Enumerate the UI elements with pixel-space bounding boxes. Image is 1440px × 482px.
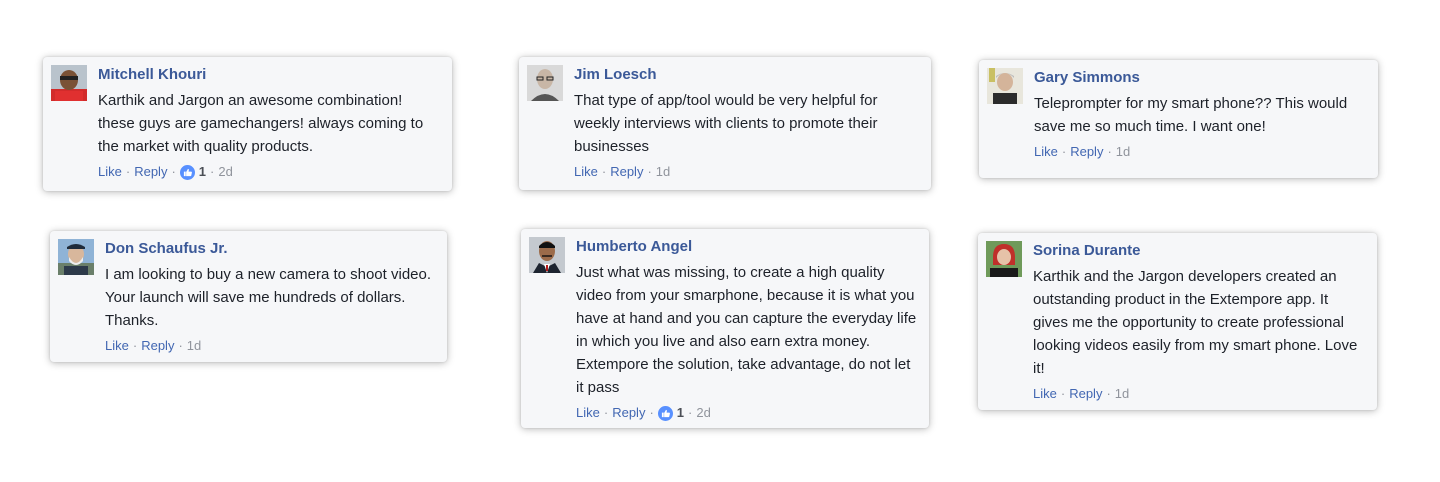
comment-actions: Like · Reply · 1 · 2d: [98, 162, 442, 182]
comment-card: Don Schaufus Jr. I am looking to buy a n…: [50, 231, 447, 362]
like-link[interactable]: Like: [98, 162, 122, 182]
separator: ·: [601, 164, 607, 179]
comment-actions: Like · Reply · 1d: [1033, 384, 1367, 404]
commenter-name[interactable]: Don Schaufus Jr.: [105, 239, 437, 259]
comment-actions: Like · Reply · 1 · 2d: [576, 403, 919, 423]
avatar-red-hair-icon[interactable]: [986, 241, 1022, 277]
comment-card: Humberto Angel Just what was missing, to…: [521, 229, 929, 428]
separator: ·: [603, 405, 609, 420]
separator: ·: [1106, 386, 1111, 401]
avatar-grey-hair-icon[interactable]: [987, 68, 1023, 104]
timestamp[interactable]: 1d: [656, 162, 670, 182]
comment-card: Mitchell Khouri Karthik and Jargon an aw…: [43, 57, 452, 191]
avatar-red-shirt-icon[interactable]: [51, 65, 87, 101]
comment-actions: Like · Reply · 1d: [105, 336, 437, 356]
timestamp[interactable]: 1d: [1116, 142, 1130, 162]
reply-link[interactable]: Reply: [610, 162, 643, 182]
commenter-name[interactable]: Gary Simmons: [1034, 68, 1368, 88]
like-link[interactable]: Like: [574, 162, 598, 182]
like-link[interactable]: Like: [1033, 384, 1057, 404]
comment-card: Jim Loesch That type of app/tool would b…: [519, 57, 931, 190]
reply-link[interactable]: Reply: [141, 336, 174, 356]
commenter-name[interactable]: Mitchell Khouri: [98, 65, 442, 85]
separator: ·: [178, 338, 183, 353]
commenter-name[interactable]: Sorina Durante: [1033, 241, 1367, 261]
comment-card: Sorina Durante Karthik and the Jargon de…: [978, 233, 1377, 410]
comment-actions: Like · Reply · 1d: [574, 162, 921, 182]
separator: ·: [132, 338, 138, 353]
separator: ·: [649, 405, 654, 420]
commenter-name[interactable]: Jim Loesch: [574, 65, 921, 85]
avatar-suit-icon[interactable]: [529, 237, 565, 273]
testimonials-stage: Mitchell Khouri Karthik and Jargon an aw…: [0, 0, 1440, 482]
separator: ·: [125, 164, 131, 179]
timestamp[interactable]: 2d: [218, 162, 232, 182]
separator: ·: [171, 164, 176, 179]
separator: ·: [1060, 386, 1066, 401]
timestamp[interactable]: 1d: [187, 336, 201, 356]
comment-actions: Like · Reply · 1d: [1034, 142, 1368, 162]
reply-link[interactable]: Reply: [134, 162, 167, 182]
comment-text: Just what was missing, to create a high …: [576, 264, 917, 396]
comment-card: Gary Simmons Teleprompter for my smart p…: [979, 60, 1378, 178]
separator: ·: [647, 164, 652, 179]
like-link[interactable]: Like: [1034, 142, 1058, 162]
thumbs-up-icon[interactable]: [657, 405, 673, 421]
like-link[interactable]: Like: [576, 403, 600, 423]
comment-text: Karthik and the Jargon developers create…: [1033, 268, 1358, 377]
comment-text: That type of app/tool would be very help…: [574, 92, 878, 155]
timestamp[interactable]: 1d: [1115, 384, 1129, 404]
separator: ·: [1107, 144, 1112, 159]
reply-link[interactable]: Reply: [1070, 142, 1103, 162]
separator: ·: [688, 405, 693, 420]
reply-link[interactable]: Reply: [612, 403, 645, 423]
comment-text: Teleprompter for my smart phone?? This w…: [1034, 95, 1348, 135]
thumbs-up-icon[interactable]: [179, 164, 195, 180]
like-link[interactable]: Like: [105, 336, 129, 356]
like-count[interactable]: 1: [677, 403, 684, 423]
avatar-glasses-icon[interactable]: [527, 65, 563, 101]
comment-text: Karthik and Jargon an awesome combinatio…: [98, 92, 424, 155]
comment-text: I am looking to buy a new camera to shoo…: [105, 266, 432, 329]
timestamp[interactable]: 2d: [696, 403, 710, 423]
avatar-beard-cap-icon[interactable]: [58, 239, 94, 275]
separator: ·: [210, 164, 215, 179]
reply-link[interactable]: Reply: [1069, 384, 1102, 404]
separator: ·: [1061, 144, 1067, 159]
like-count[interactable]: 1: [199, 162, 206, 182]
commenter-name[interactable]: Humberto Angel: [576, 237, 919, 257]
